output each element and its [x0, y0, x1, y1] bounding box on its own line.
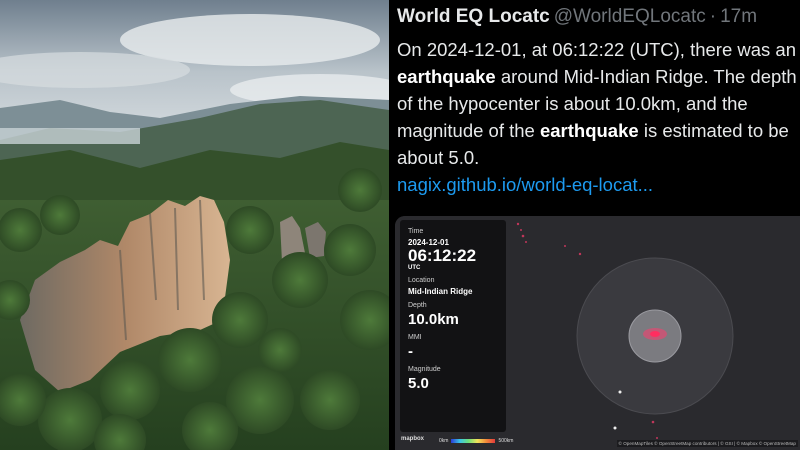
tweet-keyword: earthquake [397, 66, 496, 87]
location-label: Location [408, 277, 435, 284]
scale-min: 0km [439, 438, 449, 444]
mmi-label: MMI [408, 334, 422, 341]
tweet-keyword: earthquake [539, 120, 639, 141]
quake-magnitude: 5.0 [408, 375, 429, 392]
quake-depth: 10.0km [408, 311, 459, 328]
quake-timezone: UTC [408, 265, 421, 271]
scale-max: 500km [498, 438, 514, 444]
map-point [618, 390, 622, 394]
depth-label: Depth [408, 302, 427, 309]
landscape-image [0, 0, 389, 450]
quake-info-panel: Time 2024-12-01 06:12:22 UTC Location Mi… [400, 220, 506, 432]
tweet-header: World EQ Locatc @WorldEQLocatc · 17m [397, 6, 797, 32]
tweet-text: On 2024-12-01, at 06:12:22 (UTC), there … [397, 36, 800, 198]
depth-scale-legend: 0km 500km [439, 438, 513, 444]
landscape-photo [0, 0, 389, 450]
magnitude-label: Magnitude [408, 366, 441, 373]
earthquake-map-card[interactable]: Time 2024-12-01 06:12:22 UTC Location Mi… [395, 216, 800, 450]
quake-mmi: - [408, 343, 413, 360]
epicenter-marker[interactable] [650, 331, 660, 337]
header-separator: · [709, 6, 717, 27]
time-label: Time [408, 228, 424, 235]
post-timestamp[interactable]: 17m [720, 6, 757, 28]
map-attribution[interactable]: © OpenMapTiles © OpenStreetMap contribut… [616, 440, 798, 447]
mapbox-logo[interactable]: mapbox [401, 436, 424, 442]
author-name[interactable]: World EQ Locatc [397, 6, 550, 28]
map-point [613, 426, 617, 430]
tweet-text-part: On 2024-12-01, at 06:12:22 (UTC), there … [397, 39, 796, 60]
scale-gradient-bar [451, 439, 496, 443]
mapbox-logo-text: mapbox [401, 436, 425, 442]
quake-location: Mid-Indian Ridge [408, 287, 473, 296]
quake-time: 06:12:22 [408, 246, 477, 265]
author-handle[interactable]: @WorldEQLocatc [554, 6, 706, 28]
tweet-link[interactable]: nagix.github.io/world-eq-locat... [397, 171, 800, 198]
